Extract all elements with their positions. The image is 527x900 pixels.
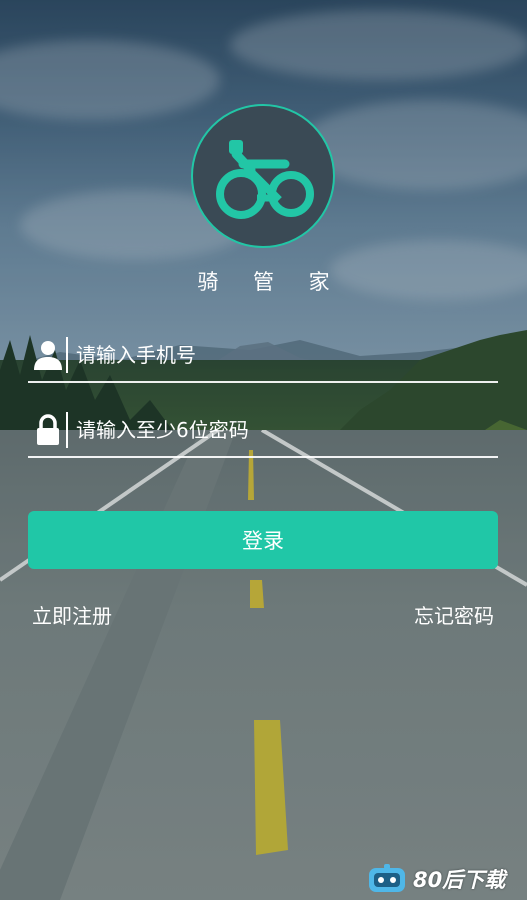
lock-icon	[37, 414, 59, 445]
password-input[interactable]	[76, 412, 486, 448]
password-field	[28, 408, 498, 458]
phone-field	[28, 333, 498, 383]
app-title: 骑 管 家	[197, 270, 344, 294]
phone-input[interactable]	[76, 337, 486, 373]
field-divider	[66, 412, 68, 448]
forgot-password-link[interactable]: 忘记密码	[414, 600, 494, 629]
watermark-text: 80后下载	[413, 868, 506, 892]
watermark: 80后下载	[367, 864, 505, 894]
user-icon	[34, 341, 62, 370]
register-link[interactable]: 立即注册	[32, 600, 112, 629]
field-divider	[66, 337, 68, 373]
app-logo	[191, 104, 335, 248]
bicycle-icon	[216, 140, 314, 219]
robot-icon	[369, 864, 405, 892]
login-button[interactable]: 登录	[28, 511, 498, 569]
